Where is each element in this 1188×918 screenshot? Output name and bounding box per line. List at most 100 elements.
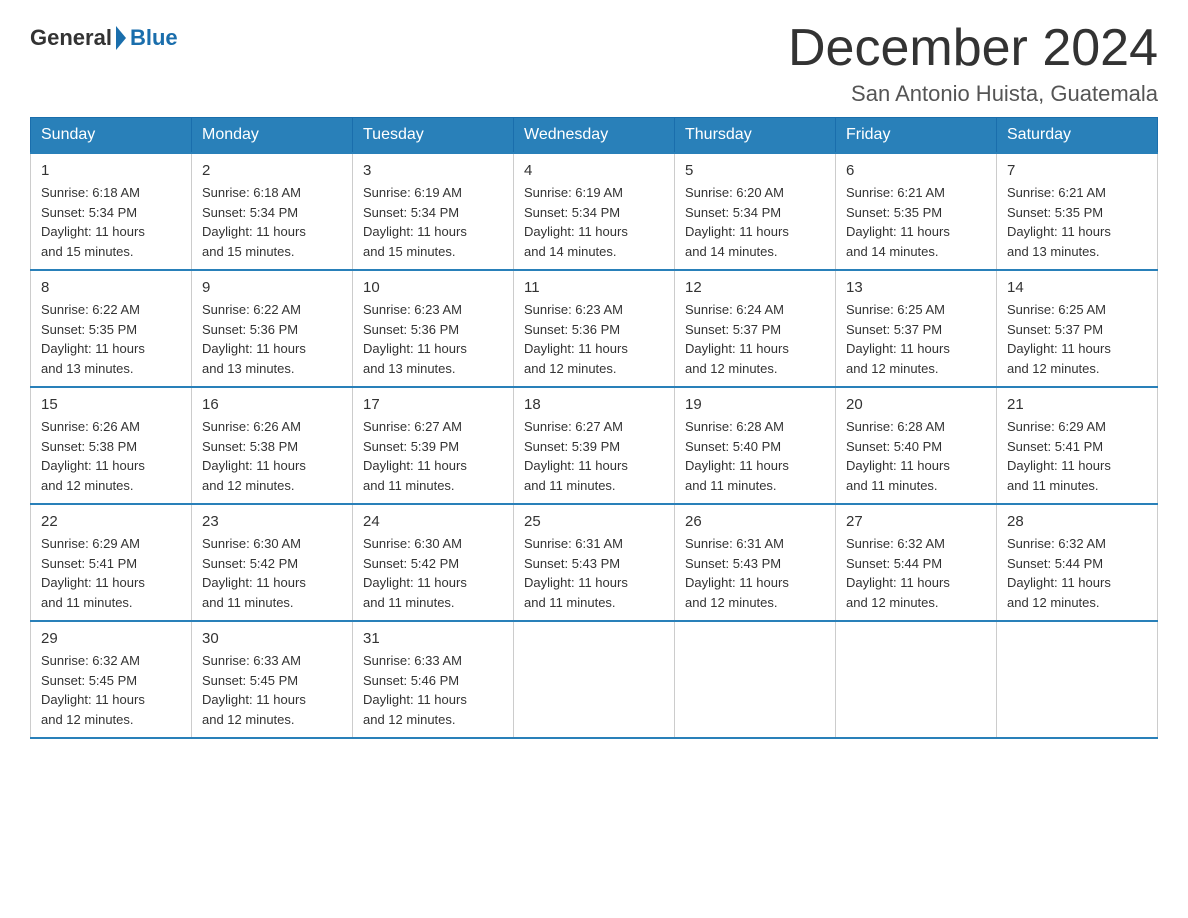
day-number: 25 — [524, 513, 664, 530]
day-info: Sunrise: 6:27 AMSunset: 5:39 PMDaylight:… — [363, 417, 503, 495]
calendar-cell: 11 Sunrise: 6:23 AMSunset: 5:36 PMDayligh… — [514, 270, 675, 387]
day-number: 30 — [202, 630, 342, 647]
day-info: Sunrise: 6:22 AMSunset: 5:36 PMDaylight:… — [202, 300, 342, 378]
calendar-week-row: 22 Sunrise: 6:29 AMSunset: 5:41 PMDayligh… — [31, 504, 1158, 621]
day-info: Sunrise: 6:25 AMSunset: 5:37 PMDaylight:… — [846, 300, 986, 378]
calendar-cell: 29Sunrise: 6:32 AMSunset: 5:45 PMDayligh… — [31, 621, 192, 738]
day-number: 8 — [41, 279, 181, 296]
calendar-cell: 16 Sunrise: 6:26 AMSunset: 5:38 PMDayligh… — [192, 387, 353, 504]
day-info: Sunrise: 6:31 AMSunset: 5:43 PMDaylight:… — [685, 534, 825, 612]
day-number: 7 — [1007, 162, 1147, 179]
calendar-cell: 30 Sunrise: 6:33 AMSunset: 5:45 PMDayligh… — [192, 621, 353, 738]
calendar-cell: 7 Sunrise: 6:21 AMSunset: 5:35 PMDaylight… — [997, 153, 1158, 270]
day-number: 24 — [363, 513, 503, 530]
day-info: Sunrise: 6:32 AMSunset: 5:44 PMDaylight:… — [1007, 534, 1147, 612]
day-info: Sunrise: 6:18 AMSunset: 5:34 PMDaylight:… — [202, 183, 342, 261]
calendar-cell: 17 Sunrise: 6:27 AMSunset: 5:39 PMDayligh… — [353, 387, 514, 504]
day-number: 18 — [524, 396, 664, 413]
day-info: Sunrise: 6:30 AMSunset: 5:42 PMDaylight:… — [363, 534, 503, 612]
day-info: Sunrise: 6:26 AMSunset: 5:38 PMDaylight:… — [202, 417, 342, 495]
logo: General Blue — [30, 25, 178, 51]
calendar-week-row: 15 Sunrise: 6:26 AMSunset: 5:38 PMDayligh… — [31, 387, 1158, 504]
calendar-cell: 31 Sunrise: 6:33 AMSunset: 5:46 PMDayligh… — [353, 621, 514, 738]
day-number: 12 — [685, 279, 825, 296]
day-info: Sunrise: 6:21 AMSunset: 5:35 PMDaylight:… — [1007, 183, 1147, 261]
day-info: Sunrise: 6:30 AMSunset: 5:42 PMDaylight:… — [202, 534, 342, 612]
calendar-cell: 2 Sunrise: 6:18 AMSunset: 5:34 PMDaylight… — [192, 153, 353, 270]
calendar-cell: 4 Sunrise: 6:19 AMSunset: 5:34 PMDaylight… — [514, 153, 675, 270]
day-number: 3 — [363, 162, 503, 179]
day-info: Sunrise: 6:32 AMSunset: 5:44 PMDaylight:… — [846, 534, 986, 612]
day-info: Sunrise: 6:33 AMSunset: 5:45 PMDaylight:… — [202, 651, 342, 729]
calendar-cell: 27 Sunrise: 6:32 AMSunset: 5:44 PMDayligh… — [836, 504, 997, 621]
day-number: 16 — [202, 396, 342, 413]
calendar-cell: 28Sunrise: 6:32 AMSunset: 5:44 PMDayligh… — [997, 504, 1158, 621]
day-number: 17 — [363, 396, 503, 413]
day-info: Sunrise: 6:19 AMSunset: 5:34 PMDaylight:… — [524, 183, 664, 261]
day-number: 26 — [685, 513, 825, 530]
day-number: 11 — [524, 279, 664, 296]
day-info: Sunrise: 6:24 AMSunset: 5:37 PMDaylight:… — [685, 300, 825, 378]
calendar-cell: 25 Sunrise: 6:31 AMSunset: 5:43 PMDayligh… — [514, 504, 675, 621]
calendar-table: SundayMondayTuesdayWednesdayThursdayFrid… — [30, 117, 1158, 739]
calendar-cell: 14Sunrise: 6:25 AMSunset: 5:37 PMDayligh… — [997, 270, 1158, 387]
day-number: 27 — [846, 513, 986, 530]
calendar-cell: 13 Sunrise: 6:25 AMSunset: 5:37 PMDayligh… — [836, 270, 997, 387]
calendar-cell: 10 Sunrise: 6:23 AMSunset: 5:36 PMDayligh… — [353, 270, 514, 387]
calendar-cell: 5Sunrise: 6:20 AMSunset: 5:34 PMDaylight… — [675, 153, 836, 270]
day-number: 31 — [363, 630, 503, 647]
day-number: 23 — [202, 513, 342, 530]
day-number: 29 — [41, 630, 181, 647]
day-info: Sunrise: 6:18 AMSunset: 5:34 PMDaylight:… — [41, 183, 181, 261]
day-number: 20 — [846, 396, 986, 413]
day-number: 14 — [1007, 279, 1147, 296]
weekday-header-sunday: Sunday — [31, 118, 192, 154]
day-info: Sunrise: 6:28 AMSunset: 5:40 PMDaylight:… — [685, 417, 825, 495]
weekday-header-saturday: Saturday — [997, 118, 1158, 154]
calendar-week-row: 1Sunrise: 6:18 AMSunset: 5:34 PMDaylight… — [31, 153, 1158, 270]
day-info: Sunrise: 6:33 AMSunset: 5:46 PMDaylight:… — [363, 651, 503, 729]
day-number: 10 — [363, 279, 503, 296]
calendar-cell — [675, 621, 836, 738]
logo-general-text: General — [30, 25, 112, 51]
logo-arrow-icon — [116, 26, 126, 50]
day-info: Sunrise: 6:31 AMSunset: 5:43 PMDaylight:… — [524, 534, 664, 612]
page-subtitle: San Antonio Huista, Guatemala — [788, 81, 1158, 107]
weekday-header-thursday: Thursday — [675, 118, 836, 154]
calendar-cell: 1Sunrise: 6:18 AMSunset: 5:34 PMDaylight… — [31, 153, 192, 270]
page-title: December 2024 — [788, 20, 1158, 77]
day-number: 4 — [524, 162, 664, 179]
day-info: Sunrise: 6:27 AMSunset: 5:39 PMDaylight:… — [524, 417, 664, 495]
weekday-header-wednesday: Wednesday — [514, 118, 675, 154]
day-number: 19 — [685, 396, 825, 413]
day-info: Sunrise: 6:21 AMSunset: 5:35 PMDaylight:… — [846, 183, 986, 261]
calendar-cell: 22 Sunrise: 6:29 AMSunset: 5:41 PMDayligh… — [31, 504, 192, 621]
calendar-cell: 3Sunrise: 6:19 AMSunset: 5:34 PMDaylight… — [353, 153, 514, 270]
calendar-cell: 19 Sunrise: 6:28 AMSunset: 5:40 PMDayligh… — [675, 387, 836, 504]
calendar-cell: 20Sunrise: 6:28 AMSunset: 5:40 PMDayligh… — [836, 387, 997, 504]
calendar-cell — [997, 621, 1158, 738]
calendar-cell: 18 Sunrise: 6:27 AMSunset: 5:39 PMDayligh… — [514, 387, 675, 504]
weekday-header-row: SundayMondayTuesdayWednesdayThursdayFrid… — [31, 118, 1158, 154]
weekday-header-friday: Friday — [836, 118, 997, 154]
day-number: 15 — [41, 396, 181, 413]
day-number: 2 — [202, 162, 342, 179]
calendar-cell — [836, 621, 997, 738]
day-number: 9 — [202, 279, 342, 296]
calendar-week-row: 8Sunrise: 6:22 AMSunset: 5:35 PMDaylight… — [31, 270, 1158, 387]
day-info: Sunrise: 6:29 AMSunset: 5:41 PMDaylight:… — [41, 534, 181, 612]
day-info: Sunrise: 6:23 AMSunset: 5:36 PMDaylight:… — [363, 300, 503, 378]
day-info: Sunrise: 6:26 AMSunset: 5:38 PMDaylight:… — [41, 417, 181, 495]
calendar-cell — [514, 621, 675, 738]
calendar-cell: 9 Sunrise: 6:22 AMSunset: 5:36 PMDaylight… — [192, 270, 353, 387]
day-info: Sunrise: 6:29 AMSunset: 5:41 PMDaylight:… — [1007, 417, 1147, 495]
day-number: 13 — [846, 279, 986, 296]
calendar-cell: 26 Sunrise: 6:31 AMSunset: 5:43 PMDayligh… — [675, 504, 836, 621]
day-info: Sunrise: 6:23 AMSunset: 5:36 PMDaylight:… — [524, 300, 664, 378]
calendar-week-row: 29Sunrise: 6:32 AMSunset: 5:45 PMDayligh… — [31, 621, 1158, 738]
calendar-cell: 23 Sunrise: 6:30 AMSunset: 5:42 PMDayligh… — [192, 504, 353, 621]
page-header: General Blue December 2024 San Antonio H… — [30, 20, 1158, 107]
calendar-cell: 21Sunrise: 6:29 AMSunset: 5:41 PMDayligh… — [997, 387, 1158, 504]
calendar-cell: 8Sunrise: 6:22 AMSunset: 5:35 PMDaylight… — [31, 270, 192, 387]
day-number: 22 — [41, 513, 181, 530]
